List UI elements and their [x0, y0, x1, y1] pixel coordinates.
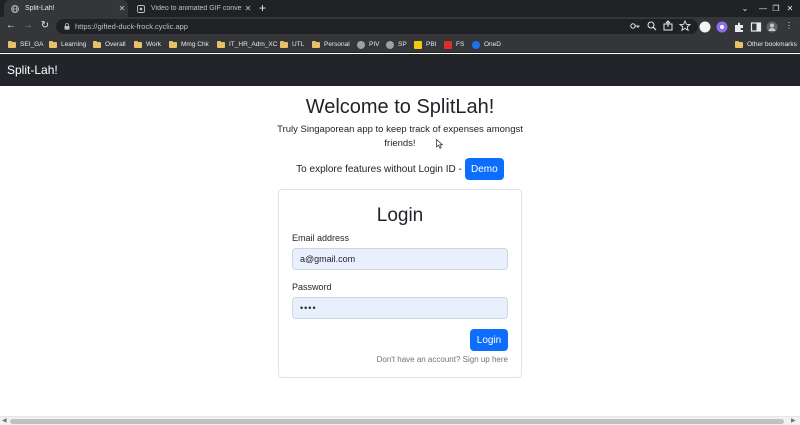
browser-toolbar: ← → ↻ https://gifted-duck-frock.cyclic.a…: [0, 17, 800, 36]
password-field[interactable]: ••••: [292, 297, 508, 319]
folder-icon: [134, 40, 142, 48]
bookmark-label: Other bookmarks: [747, 41, 797, 48]
bookmark-utl[interactable]: UTL: [280, 39, 304, 50]
scroll-right-icon[interactable]: ▶: [791, 418, 796, 425]
bookmark-overall[interactable]: Overall: [93, 39, 126, 50]
password-label: Password: [292, 282, 332, 292]
puzzle-icon[interactable]: [733, 21, 745, 33]
bookmark-label: Mmg Chk: [181, 41, 209, 48]
lock-icon: [64, 23, 70, 30]
globe-icon: [11, 4, 19, 13]
bookmark-oned[interactable]: OneD: [472, 39, 501, 50]
bookmark-label: PBI: [426, 41, 437, 48]
close-tab-icon[interactable]: ✕: [242, 4, 254, 13]
bookmark-work[interactable]: Work: [134, 39, 161, 50]
url-text: https://gifted-duck-frock.cyclic.app: [75, 22, 188, 31]
scroll-left-icon[interactable]: ◀: [2, 418, 7, 425]
bookmark-label: Personal: [324, 41, 350, 48]
folder-icon: [735, 40, 743, 48]
page-title: Welcome to SplitLah!: [305, 96, 495, 118]
powerbi-icon: [414, 40, 422, 49]
bookmark-label: Overall: [105, 41, 126, 48]
profile-circle-icon[interactable]: [699, 21, 711, 33]
close-window-icon[interactable]: ✕: [779, 0, 800, 17]
tab-title: Video to animated GIF converter: [151, 5, 242, 12]
bookmark-label: SP: [398, 41, 407, 48]
ezgif-icon: [137, 4, 145, 13]
page-subtitle: Truly Singaporean app to keep track of e…: [277, 124, 523, 149]
app-navbar: Split-Lah!: [0, 54, 800, 86]
demo-button[interactable]: Demo: [464, 158, 504, 180]
bookmark-pbi[interactable]: PBI: [414, 39, 436, 50]
avatar-icon[interactable]: [766, 21, 778, 33]
star-icon[interactable]: [678, 19, 692, 33]
side-panel-icon[interactable]: [750, 21, 762, 33]
login-card: Login Email address a@gmail.com Password…: [278, 189, 522, 378]
bookmark-mmg-chk[interactable]: Mmg Chk: [169, 39, 209, 50]
brand-link[interactable]: Split-Lah!: [7, 63, 58, 77]
email-field[interactable]: a@gmail.com: [292, 248, 508, 270]
horizontal-scrollbar[interactable]: ◀ ▶: [0, 416, 800, 425]
folder-icon: [8, 40, 16, 48]
bookmark-sei-ga[interactable]: SEI_GA: [8, 39, 43, 50]
tab-split-lah[interactable]: Split-Lah! ✕: [4, 0, 128, 17]
folder-icon: [49, 40, 57, 48]
bookmark-learning[interactable]: Learning: [49, 39, 86, 50]
mouse-cursor-icon: [436, 139, 444, 149]
bookmark-label: Work: [146, 41, 162, 48]
main-content: Welcome to SplitLah! Truly Singaporean a…: [0, 86, 800, 416]
demo-text: To explore features without Login ID -: [296, 163, 462, 175]
share-icon[interactable]: [661, 19, 675, 33]
bookmark-label: UTL: [292, 41, 305, 48]
address-bar[interactable]: https://gifted-duck-frock.cyclic.app: [56, 19, 698, 34]
tab-title: Split-Lah!: [25, 5, 55, 12]
login-button[interactable]: Login: [470, 329, 508, 351]
other-bookmarks[interactable]: Other bookmarks: [735, 39, 797, 50]
folder-icon: [169, 40, 177, 48]
onedrive-icon: [472, 40, 480, 49]
email-label: Email address: [292, 233, 350, 243]
signup-link[interactable]: Don't have an account? Sign up here: [279, 355, 508, 364]
folder-icon: [312, 40, 320, 48]
bookmark-label: OneD: [484, 41, 501, 48]
folder-icon: [280, 40, 288, 48]
close-tab-icon[interactable]: ✕: [116, 4, 128, 13]
globe-icon: [386, 40, 394, 49]
bookmark-fs[interactable]: FS: [444, 39, 464, 50]
bookmark-label: SEI_GA: [20, 41, 44, 48]
bookmark-label: Learning: [61, 41, 87, 48]
key-icon[interactable]: [628, 19, 642, 33]
bookmark-it-hr[interactable]: IT_HR_Adm_XC: [217, 39, 277, 50]
extension-icon[interactable]: [716, 21, 728, 33]
menu-kebab-icon[interactable]: ⋮: [783, 19, 795, 33]
forward-icon[interactable]: →: [21, 19, 35, 33]
bookmark-piv[interactable]: PIV: [357, 39, 379, 50]
bookmark-sp[interactable]: SP: [386, 39, 407, 50]
bookmark-label: PIV: [369, 41, 380, 48]
new-tab-button[interactable]: +: [259, 1, 266, 15]
reload-icon[interactable]: ↻: [38, 19, 52, 33]
bookmark-label: IT_HR_Adm_XC: [229, 41, 278, 48]
tab-strip: Split-Lah! ✕ Video to animated GIF conve…: [0, 0, 800, 17]
back-icon[interactable]: ←: [4, 19, 18, 33]
folder-icon: [217, 40, 225, 48]
globe-icon: [357, 40, 365, 49]
pdf-icon: [444, 40, 452, 49]
folder-icon: [93, 40, 101, 48]
bookmark-label: FS: [456, 41, 465, 48]
zoom-icon[interactable]: [645, 19, 659, 33]
scrollbar-thumb[interactable]: [10, 419, 784, 424]
login-title: Login: [376, 205, 424, 226]
demo-row: To explore features without Login ID - D…: [0, 158, 800, 180]
bookmarks-bar: SEI_GA Learning Overall Work Mmg Chk IT_…: [0, 36, 800, 53]
tab-gif-converter[interactable]: Video to animated GIF converter ✕: [130, 0, 254, 17]
bookmark-personal[interactable]: Personal: [312, 39, 350, 50]
